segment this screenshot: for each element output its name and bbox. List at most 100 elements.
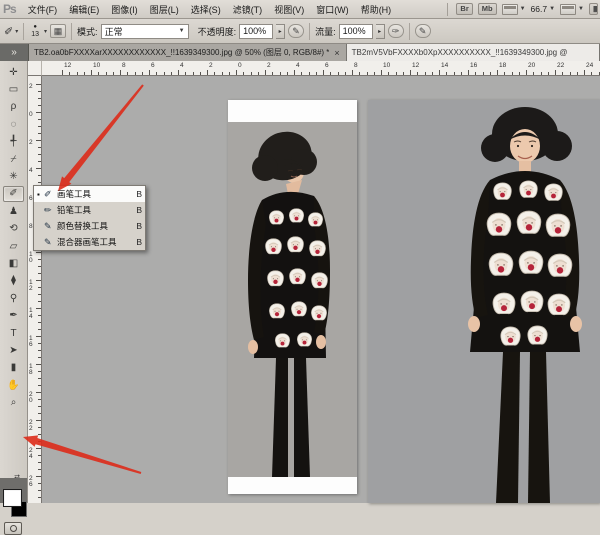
airbrush-toggle-icon[interactable]: ✑ [388, 24, 404, 38]
menu-文件F[interactable]: 文件(F) [22, 3, 64, 17]
dodge-tool-icon[interactable]: ⚲ [3, 290, 24, 306]
chevron-down-icon: ▾ [44, 28, 47, 35]
flyout-item-shortcut: B [134, 221, 142, 231]
opacity-slider-button[interactable]: ▸ [276, 24, 285, 39]
zoom-level-value: 66.7 [531, 4, 548, 14]
photoshop-logo: Ps [0, 2, 22, 16]
quick-mask-button[interactable] [4, 522, 22, 535]
flow-slider-button[interactable]: ▸ [376, 24, 385, 39]
menu-图层L[interactable]: 图层(L) [144, 3, 185, 17]
tablet-pressure-opacity-icon[interactable]: ✎ [288, 24, 304, 38]
chevron-down-icon: ▼ [578, 6, 584, 12]
eyedropper-tool-icon[interactable]: ⌿ [3, 151, 24, 167]
vruler-label: 2 2 [29, 420, 33, 432]
path-select-tool-icon[interactable]: ➤ [3, 342, 24, 358]
brush-preset-picker[interactable]: ● 13 [29, 23, 41, 39]
history-brush-tool-icon[interactable]: ⟲ [3, 221, 24, 237]
workspace-button-clipped[interactable]: ▦ [589, 3, 598, 15]
hruler-label: 22 [557, 62, 564, 69]
tab-overflow-chevron[interactable]: » [0, 44, 29, 61]
eraser-tool-icon[interactable]: ▱ [3, 238, 24, 254]
shape-tool-icon[interactable]: ▮ [3, 360, 24, 376]
options-separator [309, 23, 310, 40]
hruler-label: 18 [499, 62, 506, 69]
document-tab-bar: » TB2.oa0bFXXXXarXXXXXXXXXXXX_!!16393493… [0, 44, 600, 61]
menu-帮助H[interactable]: 帮助(H) [355, 3, 398, 17]
menu-选择S[interactable]: 选择(S) [185, 3, 227, 17]
opacity-label: 不透明度: [198, 25, 237, 38]
lasso-tool-icon[interactable]: ρ [3, 99, 24, 115]
flyout-item-label: 颜色替换工具 [57, 220, 134, 232]
zoom-tool-icon[interactable]: ⌕ [3, 395, 24, 411]
画笔工具-icon: ✐ [44, 189, 57, 200]
type-tool-icon[interactable]: T [3, 325, 24, 341]
menu-图像I[interactable]: 图像(I) [105, 3, 144, 17]
document-canvas[interactable] [42, 76, 600, 503]
screen-mode-button[interactable]: ▼ [560, 4, 584, 15]
zoom-level-control[interactable]: 66.7 ▼ [531, 4, 556, 14]
clone-stamp-tool-icon[interactable]: ♟ [3, 203, 24, 219]
flyout-item-shortcut: B [134, 189, 142, 199]
document-tab-1[interactable]: TB2.oa0bFXXXXarXXXXXXXXXXXX_!!1639349300… [29, 44, 347, 61]
gradient-tool-icon[interactable]: ◧ [3, 255, 24, 271]
foreground-color-swatch[interactable] [3, 489, 22, 507]
options-separator [71, 23, 72, 40]
flow-label: 流量: [315, 25, 336, 38]
marquee-tool-icon[interactable]: ▭ [3, 81, 24, 97]
healing-brush-tool-icon[interactable]: ✳ [3, 168, 24, 184]
screen-mode-icon [560, 4, 576, 15]
menu-编辑E[interactable]: 编辑(E) [63, 3, 105, 17]
vruler-label: 1 2 [29, 280, 33, 292]
toggle-brush-panel-button[interactable]: ▦ [50, 24, 66, 38]
move-tool-icon[interactable]: ✛ [3, 64, 24, 80]
vruler-label: 2 [29, 84, 33, 90]
hruler-label: 8 [122, 62, 126, 69]
hruler-label: 2 [267, 62, 271, 69]
tablet-pressure-size-icon[interactable]: ✎ [415, 24, 431, 38]
close-icon[interactable]: × [333, 48, 340, 58]
flyout-item-铅笔工具[interactable]: ✏铅笔工具B [34, 202, 145, 218]
document-tab-2[interactable]: TB2mV5VbFXXXXb0XpXXXXXXXXXX_!!1639349300… [347, 44, 600, 61]
quick-selection-tool-icon[interactable]: ◌ [3, 116, 24, 132]
vruler-label: 1 6 [29, 336, 33, 348]
vertical-ruler[interactable]: 2024681 01 21 41 61 82 02 22 42 6 [28, 76, 42, 503]
hruler-label: 6 [325, 62, 329, 69]
blend-mode-value: 正常 [105, 25, 123, 38]
horizontal-ruler[interactable]: 1210864202468101214161820222426 [42, 61, 600, 76]
canvas-image-left[interactable] [228, 100, 357, 494]
brush-tool-icon[interactable]: ✐ [3, 186, 24, 202]
hruler-label: 10 [383, 62, 390, 69]
crop-tool-icon[interactable]: ╃ [3, 134, 24, 150]
hand-tool-icon[interactable]: ✋ [3, 377, 24, 393]
tool-preset-picker[interactable]: ✐ ▾ [4, 25, 18, 38]
flyout-item-shortcut: B [134, 237, 142, 247]
options-separator [409, 23, 410, 40]
canvas-image-right[interactable] [368, 100, 600, 503]
flyout-item-画笔工具[interactable]: ▪✐画笔工具B [34, 186, 145, 202]
flyout-item-混合器画笔工具[interactable]: ✎混合器画笔工具B [34, 234, 145, 250]
tool-options-bar: ✐ ▾ ● 13 ▾ ▦ 模式: 正常 ▼ 不透明度: 100% ▸ ✎ 流量:… [0, 19, 600, 44]
bridge-button[interactable]: Br [456, 3, 472, 15]
opacity-input[interactable]: 100% [239, 24, 273, 39]
ruler-corner [28, 61, 42, 76]
chevron-down-icon: ▼ [179, 28, 185, 34]
arrange-documents-button[interactable]: ▼ [502, 4, 526, 15]
flyout-item-颜色替换工具[interactable]: ✎颜色替换工具B [34, 218, 145, 234]
menubar-separator [447, 3, 448, 16]
blur-tool-icon[interactable]: ⧫ [3, 273, 24, 289]
flow-input[interactable]: 100% [339, 24, 373, 39]
flyout-item-shortcut: B [134, 205, 142, 215]
hruler-label: 20 [528, 62, 535, 69]
vruler-label: 2 4 [29, 448, 33, 460]
menu-窗口W[interactable]: 窗口(W) [310, 3, 355, 17]
vruler-label: 0 [29, 112, 33, 118]
menu-视图V[interactable]: 视图(V) [268, 3, 310, 17]
blend-mode-select[interactable]: 正常 ▼ [101, 24, 189, 39]
selected-bullet: ▪ [37, 190, 44, 199]
brush-size-value: 13 [31, 32, 39, 38]
menu-滤镜T[interactable]: 滤镜(T) [227, 3, 269, 17]
mini-bridge-button[interactable]: Mb [478, 3, 497, 15]
hruler-label: 24 [586, 62, 593, 69]
vruler-label: 2 0 [29, 392, 33, 404]
pen-tool-icon[interactable]: ✒ [3, 308, 24, 324]
